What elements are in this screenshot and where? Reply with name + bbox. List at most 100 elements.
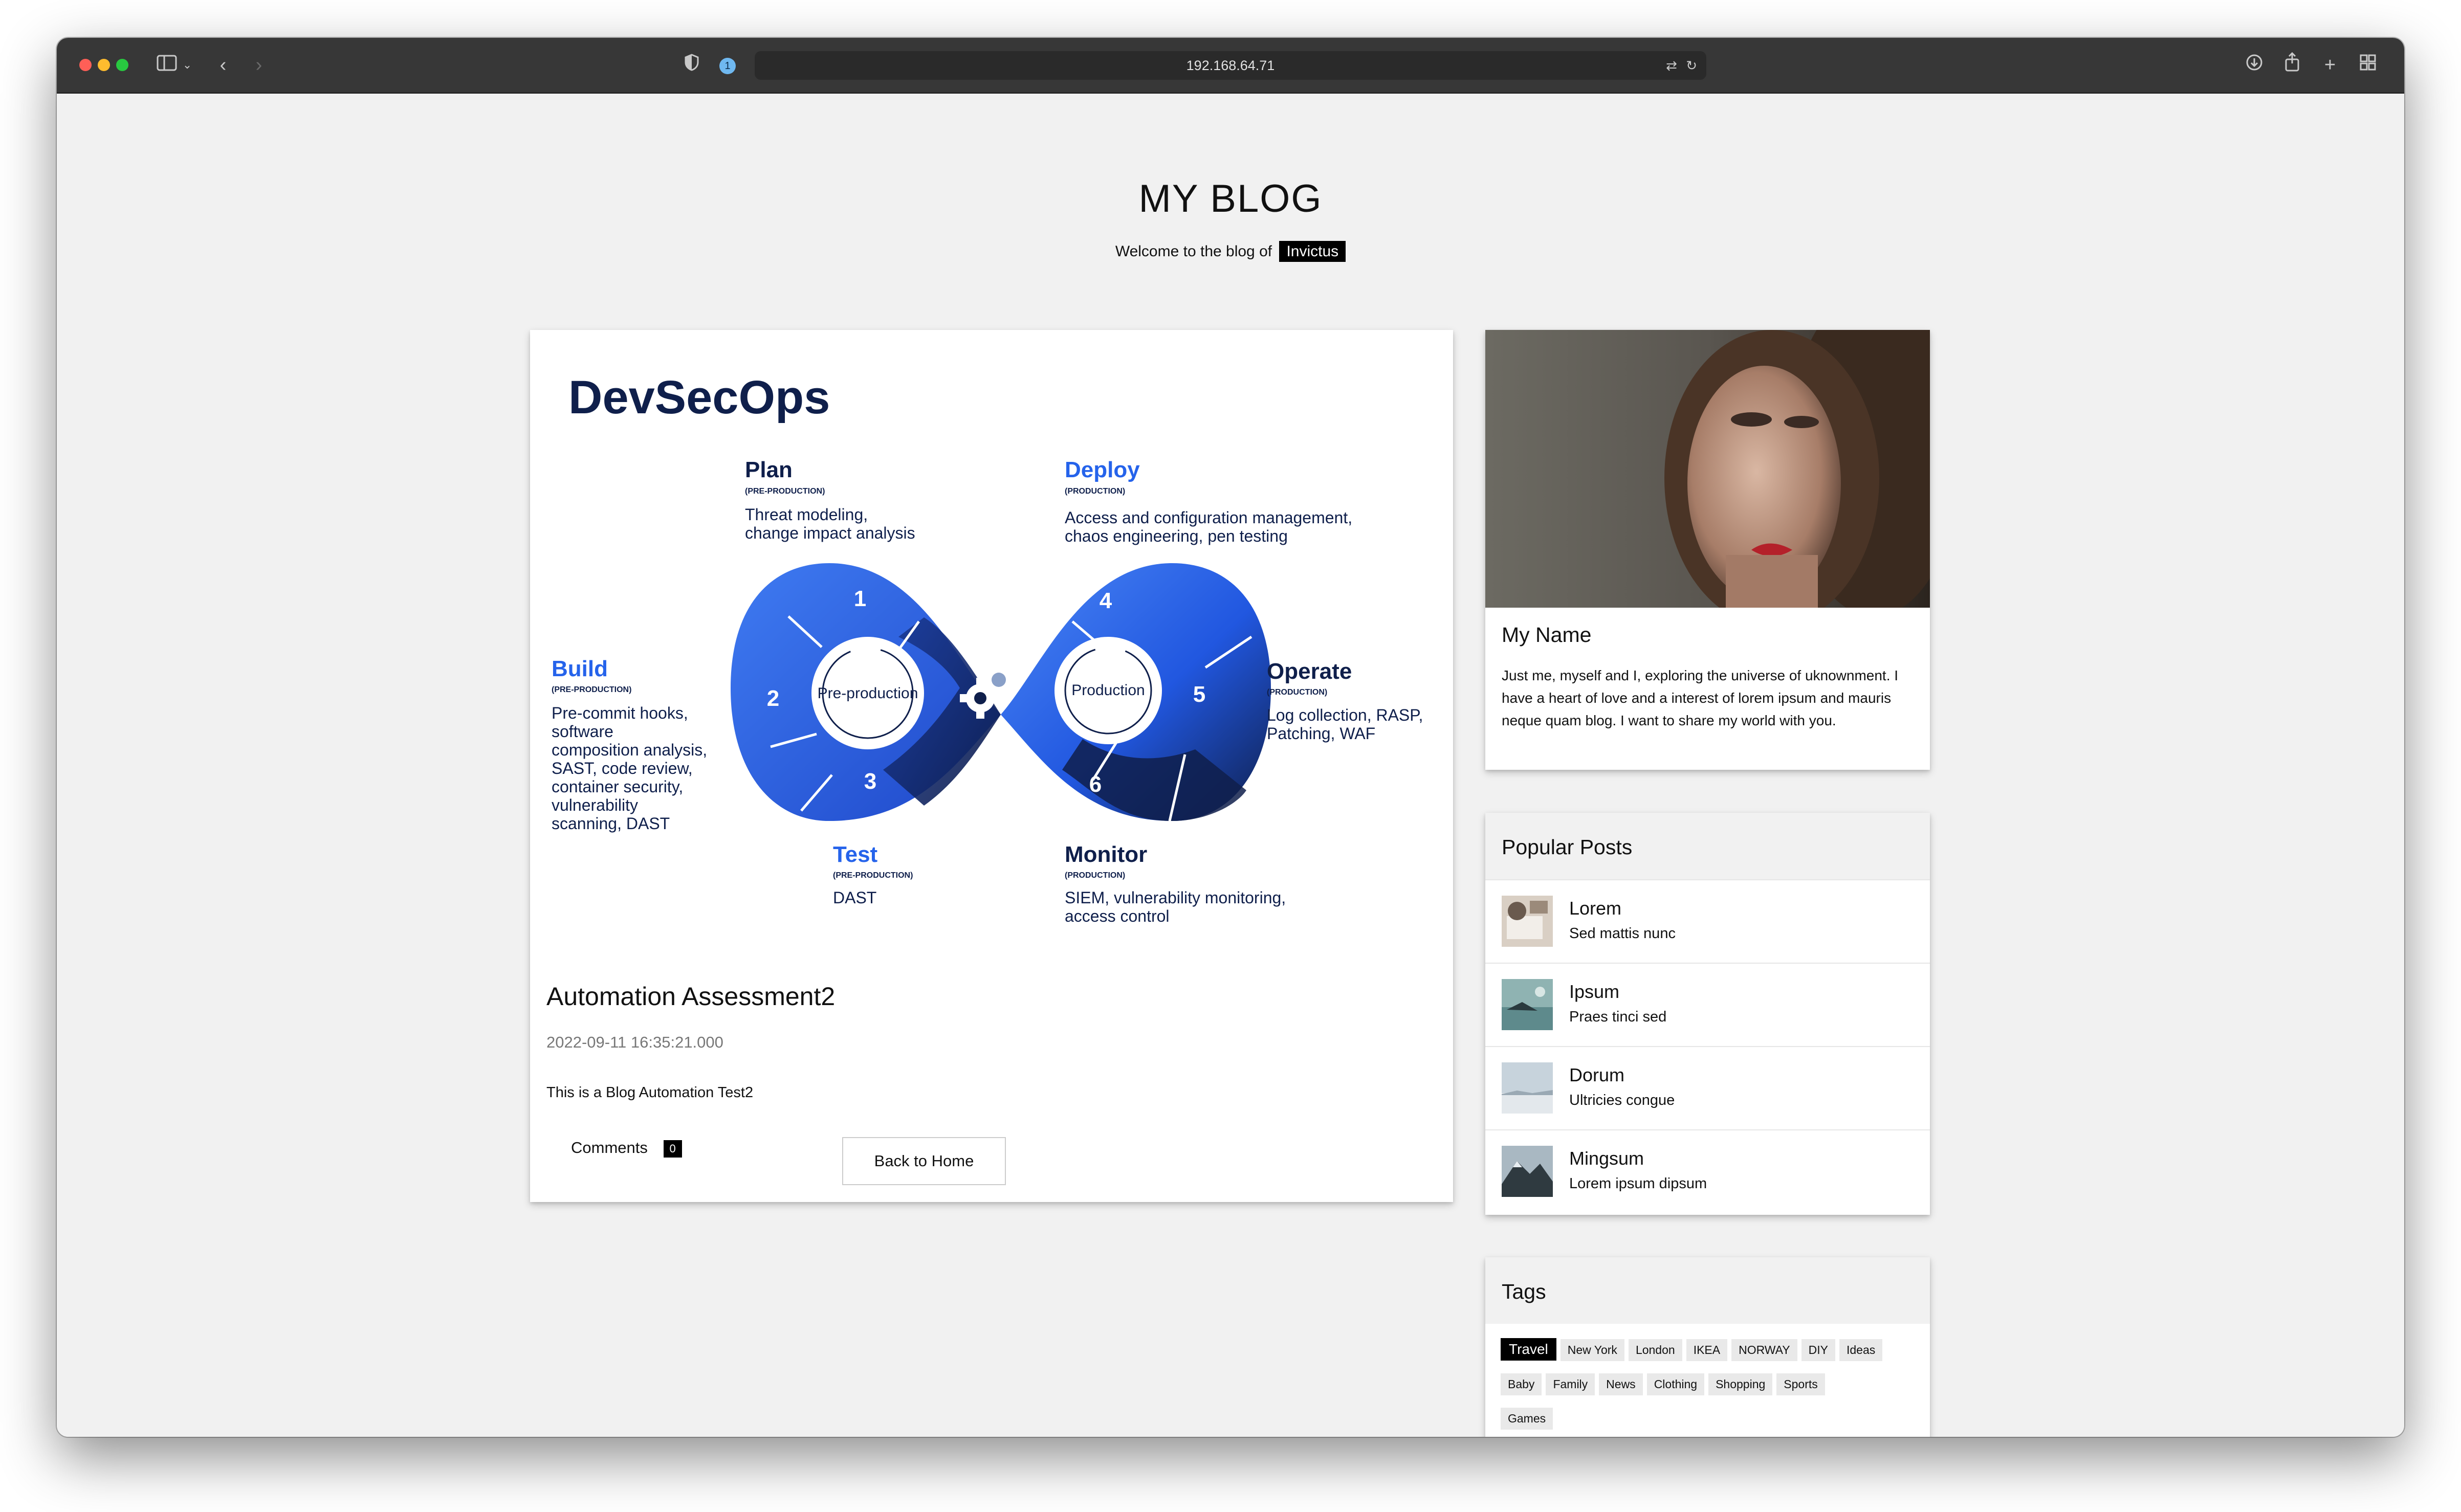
- tag-sports[interactable]: Sports: [1776, 1373, 1825, 1395]
- tag-london[interactable]: London: [1628, 1339, 1682, 1361]
- stage-number-6: 6: [1089, 772, 1102, 797]
- stage-phase-plan: (PRE-PRODUCTION): [745, 487, 825, 496]
- popular-posts-widget: Popular Posts Lorem Sed mattis nunc Ipsu…: [1485, 813, 1930, 1215]
- stage-phase-build: (PRE-PRODUCTION): [552, 685, 631, 694]
- stage-phase-monitor: (PRODUCTION): [1065, 871, 1125, 880]
- tag-norway[interactable]: NORWAY: [1731, 1339, 1797, 1361]
- browser-toolbar: ⌄ ‹ › 1 192.168.64.71 ⇄ ↻ +: [57, 38, 2404, 94]
- comments-count-badge: 0: [663, 1140, 682, 1158]
- stage-number-4: 4: [1100, 588, 1112, 613]
- tag-shopping[interactable]: Shopping: [1708, 1373, 1773, 1395]
- stage-number-3: 3: [864, 769, 876, 794]
- stage-title-deploy: Deploy: [1065, 457, 1140, 482]
- post-body: This is a Blog Automation Test2: [546, 1084, 754, 1101]
- stage-desc-build-7: scanning, DAST: [552, 814, 670, 833]
- minimize-window-button[interactable]: [98, 59, 110, 71]
- profile-bio: Just me, myself and I, exploring the uni…: [1502, 668, 1899, 728]
- infinity-loop: Pre-production Production 1 2 3 4 5 6: [731, 563, 1271, 821]
- comments-label: Comments: [571, 1139, 648, 1157]
- back-to-home-button[interactable]: Back to Home: [842, 1137, 1006, 1185]
- stage-desc-monitor-1: SIEM, vulnerability monitoring,: [1065, 888, 1286, 907]
- popular-post-item[interactable]: Dorum Ultricies congue: [1485, 1046, 1930, 1130]
- tag-diy[interactable]: DIY: [1801, 1339, 1835, 1361]
- stage-desc-build-2: software: [552, 722, 613, 741]
- chevron-down-icon[interactable]: ⌄: [180, 52, 195, 78]
- shield-icon[interactable]: [679, 52, 705, 78]
- popular-post-title: Dorum: [1569, 1064, 1625, 1085]
- popular-post-subtitle: Sed mattis nunc: [1569, 925, 1676, 942]
- tags-list: Travel New York London IKEA NORWAY DIY Ideas B…: [1501, 1338, 1915, 1437]
- blog-owner-badge: Invictus: [1279, 241, 1346, 262]
- welcome-line: Welcome to the blog of Invictus: [57, 241, 2404, 262]
- translate-icon[interactable]: ⇄: [1666, 58, 1677, 73]
- tags-widget: Tags Travel New York London IKEA NORWAY DIY Id…: [1485, 1257, 1930, 1437]
- extension-badge-icon[interactable]: 1: [719, 58, 736, 74]
- stage-desc-plan-2: change impact analysis: [745, 524, 915, 542]
- stage-number-2: 2: [767, 686, 779, 711]
- stage-desc-monitor-2: access control: [1065, 907, 1170, 925]
- popular-posts-header: Popular Posts: [1485, 813, 1930, 879]
- tag-ideas[interactable]: Ideas: [1839, 1339, 1883, 1361]
- tab-overview-icon[interactable]: [2355, 52, 2381, 78]
- popular-post-item[interactable]: Ipsum Praes tinci sed: [1485, 963, 1930, 1047]
- popular-post-subtitle: Praes tinci sed: [1569, 1009, 1667, 1025]
- close-window-button[interactable]: [79, 59, 92, 71]
- stage-title-plan: Plan: [745, 457, 793, 482]
- stage-number-1: 1: [854, 586, 866, 611]
- tags-header: Tags: [1485, 1257, 1930, 1324]
- stage-desc-deploy-1: Access and configuration management,: [1065, 508, 1352, 527]
- extension-badge-count: 1: [724, 60, 731, 72]
- tag-family[interactable]: Family: [1546, 1373, 1595, 1395]
- popular-post-subtitle: Lorem ipsum dipsum: [1569, 1175, 1707, 1192]
- popular-post-subtitle: Ultricies congue: [1569, 1092, 1675, 1108]
- hub-label-pre-production: Pre-production: [818, 685, 918, 702]
- stage-phase-deploy: (PRODUCTION): [1065, 487, 1125, 496]
- address-bar[interactable]: 192.168.64.71 ⇄ ↻: [755, 51, 1706, 80]
- stage-desc-test-1: DAST: [833, 888, 876, 907]
- tag-new-york[interactable]: New York: [1560, 1339, 1624, 1361]
- popular-post-item[interactable]: Lorem Sed mattis nunc: [1485, 879, 1930, 964]
- tag-news[interactable]: News: [1599, 1373, 1643, 1395]
- welcome-text: Welcome to the blog of: [1115, 243, 1272, 260]
- popular-post-title: Ipsum: [1569, 981, 1620, 1002]
- chevron-right-icon[interactable]: ›: [246, 52, 272, 78]
- tag-games[interactable]: Games: [1501, 1408, 1553, 1430]
- sidebar-icon[interactable]: [154, 52, 180, 78]
- chevron-left-icon[interactable]: ‹: [210, 52, 236, 78]
- stage-title-test: Test: [833, 842, 878, 867]
- stage-desc-build-6: vulnerability: [552, 796, 638, 814]
- diagram-heading: DevSecOps: [568, 371, 830, 424]
- stage-title-operate: Operate: [1267, 659, 1352, 684]
- download-icon[interactable]: [2242, 52, 2267, 78]
- stage-phase-operate: (PRODUCTION): [1267, 688, 1327, 697]
- popular-post-thumbnail: [1502, 1062, 1553, 1114]
- profile-card: My Name Just me, myself and I, exploring…: [1485, 330, 1930, 770]
- share-icon[interactable]: [2279, 52, 2305, 78]
- stage-number-5: 5: [1193, 682, 1205, 707]
- popular-post-thumbnail: [1502, 896, 1553, 947]
- tag-clothing[interactable]: Clothing: [1646, 1373, 1705, 1395]
- popular-post-item[interactable]: Mingsum Lorem ipsum dipsum: [1485, 1129, 1930, 1214]
- tag-baby[interactable]: Baby: [1501, 1373, 1542, 1395]
- page-content: MY BLOG Welcome to the blog of Invictus: [57, 94, 2404, 1437]
- stage-desc-operate-1: Log collection, RASP,: [1267, 706, 1423, 724]
- stage-desc-deploy-2: chaos engineering, pen testing: [1065, 527, 1288, 545]
- blog-title: MY BLOG: [1138, 177, 1323, 220]
- zoom-window-button[interactable]: [116, 59, 128, 71]
- tag-ikea[interactable]: IKEA: [1686, 1339, 1728, 1361]
- plus-icon[interactable]: +: [2317, 52, 2343, 78]
- tag-travel[interactable]: Travel: [1501, 1338, 1556, 1361]
- post-card: DevSecOps Pre-production Production 1 2 …: [530, 330, 1453, 1202]
- tags-heading: Tags: [1502, 1280, 1546, 1303]
- stage-desc-plan-1: Threat modeling,: [745, 505, 868, 524]
- popular-posts-heading: Popular Posts: [1502, 835, 1633, 859]
- profile-name: My Name: [1502, 623, 1592, 647]
- comments-link[interactable]: Comments 0: [571, 1139, 682, 1158]
- stage-desc-build-5: container security,: [552, 777, 683, 796]
- devsecops-diagram: DevSecOps Pre-production Production 1 2 …: [552, 371, 1423, 925]
- post-title: Automation Assessment2: [546, 982, 836, 1011]
- reload-icon[interactable]: ↻: [1686, 58, 1697, 73]
- popular-post-thumbnail: [1502, 979, 1553, 1030]
- popular-post-title: Lorem: [1569, 898, 1622, 919]
- stage-desc-build-3: composition analysis,: [552, 741, 707, 759]
